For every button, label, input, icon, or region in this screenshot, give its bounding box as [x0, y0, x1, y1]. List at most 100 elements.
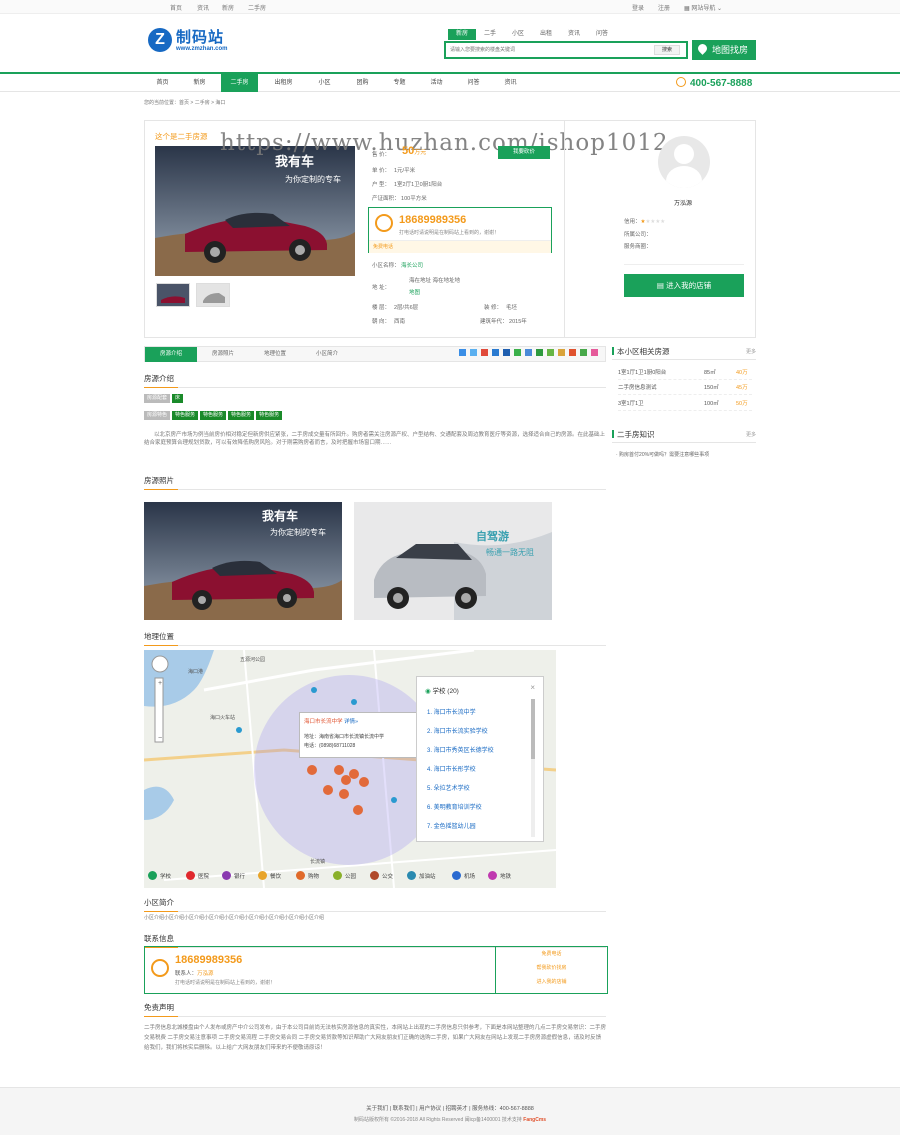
search-tab-community[interactable]: 小区 — [504, 29, 532, 40]
thumb-2[interactable] — [196, 283, 230, 307]
tab-intro[interactable]: 房源介绍 — [145, 347, 197, 362]
search-input[interactable] — [450, 45, 650, 55]
nav-rent[interactable]: 出租房 — [265, 74, 302, 92]
search-tab-resale[interactable]: 二手 — [476, 29, 504, 40]
cat-bank[interactable]: 银行 — [222, 871, 245, 880]
related-more-link[interactable]: 更多 — [746, 348, 756, 355]
cat-park[interactable]: 公园 — [333, 871, 356, 880]
bargain-button[interactable]: 我要砍价 — [498, 146, 550, 159]
poi-scrollbar[interactable] — [531, 699, 535, 837]
logo-icon: Z — [148, 28, 172, 52]
knowledge-item[interactable]: · 购房首付20%可做吗？需要注意哪些事项 — [616, 451, 709, 458]
related-row[interactable]: 二手房信息测试 150㎡ 45万 — [618, 383, 752, 395]
bargain-link[interactable]: 帮我砍价找房 — [496, 961, 607, 975]
share-icon[interactable] — [503, 349, 510, 356]
nav-qa[interactable]: 问答 — [455, 74, 492, 92]
share-icon[interactable] — [514, 349, 521, 356]
map-pin-icon — [696, 42, 709, 55]
tab-community[interactable]: 小区简介 — [301, 347, 353, 362]
contact-phone[interactable]: 18689989356 — [175, 954, 242, 966]
thumb-1[interactable] — [156, 283, 190, 307]
cat-airport[interactable]: 机场 — [452, 871, 475, 880]
cat-hospital[interactable]: 医院 — [186, 871, 209, 880]
cat-bus[interactable]: 公交 — [370, 871, 393, 880]
nav-community[interactable]: 小区 — [306, 74, 343, 92]
top-login[interactable]: 登录 — [632, 3, 644, 12]
share-icon[interactable] — [547, 349, 554, 356]
share-icon[interactable] — [558, 349, 565, 356]
section-disclaimer-title: 免责声明 — [144, 1002, 606, 1017]
popup-detail-link[interactable]: 详情» — [344, 719, 358, 725]
cat-school[interactable]: 学校 — [148, 871, 171, 880]
free-call-link[interactable]: 免费电话 — [496, 947, 607, 961]
poi-item[interactable]: 2. 海口市长流实验学校 — [427, 726, 488, 735]
share-icon[interactable] — [470, 349, 477, 356]
site-logo[interactable]: Z 制码站 www.zmzhan.com — [148, 26, 248, 58]
community-text: 小区介绍小区介绍小区介绍小区介绍小区介绍小区介绍小区介绍小区介绍小区介绍 — [144, 915, 325, 921]
search-tab-rent[interactable]: 出租 — [532, 29, 560, 40]
free-call-link[interactable]: 免费电话 — [369, 240, 551, 253]
tab-photos[interactable]: 房源照片 — [197, 347, 249, 362]
close-icon[interactable]: × — [530, 683, 535, 692]
svg-text:−: − — [158, 735, 162, 742]
search-tab-qa[interactable]: 问答 — [588, 29, 616, 40]
enter-store-button[interactable]: ▤ 进入我的店铺 — [624, 274, 744, 297]
svg-text:+: + — [158, 680, 162, 687]
share-icon[interactable] — [580, 349, 587, 356]
nav-resale[interactable]: 二手房 — [221, 74, 258, 92]
top-link-newhouse[interactable]: 新房 — [222, 3, 234, 12]
nav-group[interactable]: 团购 — [344, 74, 381, 92]
related-row[interactable]: 3室1厅1卫 100㎡ 50万 — [618, 399, 752, 411]
listing-photo-2[interactable]: 自驾游 畅通一路无阻 — [354, 502, 552, 620]
listing-photo-1[interactable]: 我有车 为你定制的专车 — [144, 502, 342, 620]
listing-main-image[interactable]: 我有车 为你定制的专车 — [155, 146, 355, 276]
top-link-home[interactable]: 首页 — [170, 3, 182, 12]
top-site-nav[interactable]: ▦ 网站导航 ⌄ — [684, 3, 722, 12]
nav-event[interactable]: 活动 — [418, 74, 455, 92]
poi-item[interactable]: 5. 朵拉艺术学校 — [427, 783, 470, 792]
poi-item[interactable]: 6. 美明教育培训学校 — [427, 802, 482, 811]
top-link-news[interactable]: 资讯 — [197, 3, 209, 12]
poi-item[interactable]: 4. 海口市长彤学校 — [427, 764, 476, 773]
nav-topic[interactable]: 专题 — [381, 74, 418, 92]
related-row[interactable]: 1室1厅1卫1厨0阳台 85㎡ 40万 — [618, 368, 752, 380]
search-tab-newhouse[interactable]: 新房 — [448, 29, 476, 40]
price-label: 售 价： — [372, 152, 391, 158]
cat-gas[interactable]: 加油站 — [407, 871, 436, 880]
cat-shopping[interactable]: 购物 — [296, 871, 319, 880]
phone-number[interactable]: 18689989356 — [399, 214, 466, 226]
phone-icon — [375, 214, 393, 232]
poi-item[interactable]: 1. 海口市长流中学 — [427, 707, 476, 716]
map-link[interactable]: 地图 — [409, 288, 420, 296]
breadcrumb: 您的当前位置：首页 > 二手房 > 海口 — [144, 100, 226, 106]
share-icon[interactable] — [481, 349, 488, 356]
share-icon[interactable] — [536, 349, 543, 356]
top-register[interactable]: 注册 — [658, 3, 670, 12]
nav-newhouse[interactable]: 新房 — [181, 74, 218, 92]
share-icon[interactable] — [492, 349, 499, 356]
share-icon[interactable] — [459, 349, 466, 356]
community-link[interactable]: 海长公司 — [401, 263, 423, 269]
footer-links[interactable]: 关于我们 | 联系我们 | 用户协议 | 招聘英才 | 服务热线：400-567… — [0, 1104, 900, 1112]
bank-icon — [222, 871, 231, 880]
poi-item[interactable]: 7. 金色摇篮幼儿园 — [427, 821, 476, 830]
share-icon[interactable] — [569, 349, 576, 356]
store-link[interactable]: 进入我的店铺 — [496, 975, 607, 989]
cat-subway[interactable]: 地铁 — [488, 871, 511, 880]
cat-food[interactable]: 餐饮 — [258, 871, 281, 880]
share-icon[interactable] — [591, 349, 598, 356]
tab-location[interactable]: 地理位置 — [249, 347, 301, 362]
suv-photo: 自驾游 畅通一路无阻 — [354, 502, 552, 620]
nav-news[interactable]: 资讯 — [492, 74, 529, 92]
gas-icon — [407, 871, 416, 880]
share-icon[interactable] — [525, 349, 532, 356]
search-tab-news[interactable]: 资讯 — [560, 29, 588, 40]
map-search-button[interactable]: 地图找房 — [692, 40, 756, 60]
knowledge-more-link[interactable]: 更多 — [746, 431, 756, 438]
top-link-resale[interactable]: 二手房 — [248, 3, 266, 12]
nav-home[interactable]: 首页 — [144, 74, 181, 92]
subway-icon — [488, 871, 497, 880]
svg-text:畅通一路无阻: 畅通一路无阻 — [486, 547, 534, 557]
poi-item[interactable]: 3. 海口市秀英区长德学校 — [427, 745, 494, 754]
search-button[interactable]: 搜索 — [654, 45, 680, 55]
